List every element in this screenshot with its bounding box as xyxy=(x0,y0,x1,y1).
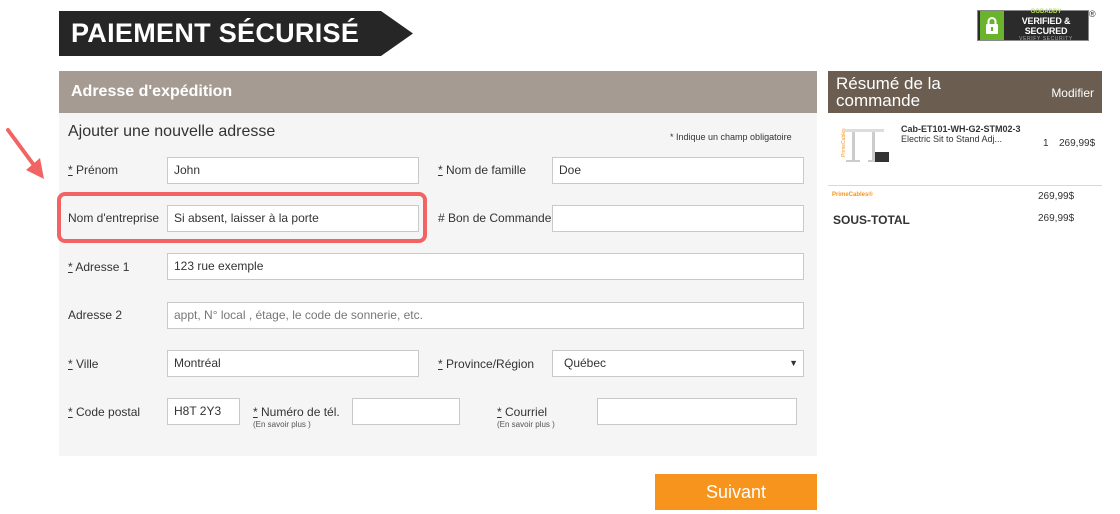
province-label: * Province/Région xyxy=(438,357,535,371)
add-address-title: Ajouter une nouvelle adresse xyxy=(68,123,276,140)
badge-verify: VERIFY SECURITY xyxy=(1019,35,1073,42)
first-name-label: * Prénom xyxy=(68,163,119,177)
province-select[interactable]: Québec ▼ xyxy=(552,350,804,377)
product-sku[interactable]: Cab-ET101-WH-G2-STM02-3 xyxy=(901,124,1021,134)
order-summary: Résumé de la commande Modifier PrimeCabl… xyxy=(828,71,1102,227)
required-marker: * xyxy=(253,405,258,419)
po-number-label: # Bon de Commande xyxy=(438,211,552,225)
godaddy-security-badge[interactable]: GODADDY VERIFIED & SECURED VERIFY SECURI… xyxy=(977,8,1089,42)
company-input[interactable]: Si absent, laisser à la porte xyxy=(167,205,419,232)
email-label: * Courriel (En savoir plus ) xyxy=(497,405,555,429)
address2-input[interactable]: appt, N° local , étage, le code de sonne… xyxy=(167,302,804,329)
divider xyxy=(828,185,1102,186)
required-marker: * xyxy=(438,163,443,177)
dropdown-arrow-icon: ▼ xyxy=(789,358,798,368)
required-note: * Indique un champ obligatoire xyxy=(670,132,792,142)
brand-line-price: 269,99$ xyxy=(1038,191,1075,202)
subtotal-value: 269,99$ xyxy=(1038,213,1075,224)
phone-input[interactable] xyxy=(352,398,460,425)
edit-link[interactable]: Modifier xyxy=(1051,86,1094,100)
postal-input[interactable]: H8T 2Y3 xyxy=(167,398,240,425)
address1-label: * Adresse 1 xyxy=(68,260,130,274)
product-name: Electric Sit to Stand Adj... xyxy=(901,134,1003,144)
first-name-input[interactable]: John xyxy=(167,157,419,184)
city-input[interactable]: Montréal xyxy=(167,350,419,377)
product-qty: 1 xyxy=(1043,138,1049,149)
postal-label: * Code postal xyxy=(68,405,141,419)
cart-item: PrimeCables Cab-ET101-WH-G2-STM02-3 Elec… xyxy=(828,113,1102,175)
required-marker: * xyxy=(68,405,73,419)
shipping-heading: Adresse d'expédition xyxy=(59,71,817,113)
email-learn-more[interactable]: (En savoir plus ) xyxy=(497,420,555,429)
po-number-input[interactable] xyxy=(552,205,804,232)
email-input[interactable] xyxy=(597,398,797,425)
address2-label: Adresse 2 xyxy=(68,308,123,322)
badge-verified: VERIFIED & SECURED xyxy=(1021,15,1071,36)
phone-label: * Numéro de tél. (En savoir plus ) xyxy=(253,405,340,429)
annotation-arrow-icon xyxy=(6,128,44,179)
city-label: * Ville xyxy=(68,357,99,371)
brand-logo: PrimeCables® xyxy=(832,192,873,198)
page-title: PAIEMENT SÉCURISÉ xyxy=(59,11,413,56)
badge-brand: GODADDY xyxy=(1030,8,1062,15)
company-label: Nom d'entreprise xyxy=(68,211,159,225)
last-name-label: * Nom de famille xyxy=(438,163,527,177)
registered-mark: ® xyxy=(1089,9,1096,19)
lock-icon xyxy=(980,11,1004,40)
last-name-input[interactable]: Doe xyxy=(552,157,804,184)
required-marker: * xyxy=(438,357,443,371)
shipping-address-panel: Adresse d'expédition Ajouter une nouvell… xyxy=(57,71,817,456)
required-marker: * xyxy=(68,260,73,274)
next-button[interactable]: Suivant xyxy=(655,474,817,510)
required-marker: * xyxy=(68,163,73,177)
product-image: PrimeCables xyxy=(841,128,889,162)
product-price: 269,99$ xyxy=(1059,138,1096,149)
province-value: Québec xyxy=(564,356,607,370)
svg-text:PrimeCables: PrimeCables xyxy=(841,128,847,157)
summary-title: Résumé de la commande xyxy=(836,74,941,110)
phone-learn-more[interactable]: (En savoir plus ) xyxy=(253,420,340,429)
subtotal-label: SOUS-TOTAL xyxy=(833,213,910,227)
address1-input[interactable]: 123 rue exemple xyxy=(167,253,804,280)
required-marker: * xyxy=(68,357,73,371)
required-marker: * xyxy=(497,405,502,419)
